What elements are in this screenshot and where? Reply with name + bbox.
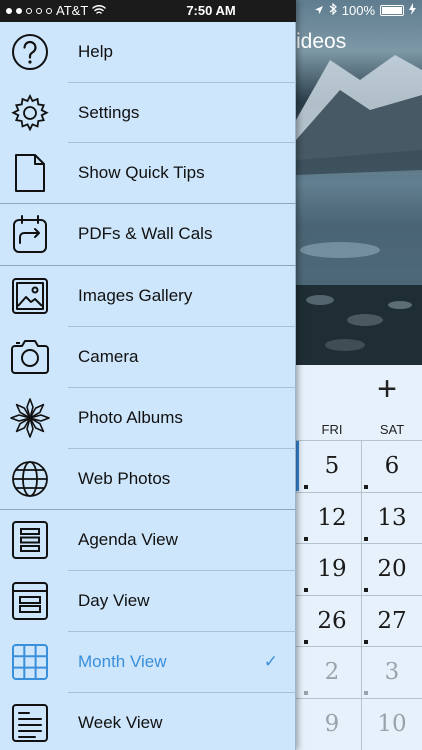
menu-item-web-photos[interactable]: Web Photos xyxy=(0,448,296,509)
camera-icon xyxy=(10,337,50,377)
event-dot xyxy=(304,537,308,541)
today-indicator xyxy=(296,441,299,491)
help-icon xyxy=(10,32,50,72)
menu-item-quick-tips[interactable]: Show Quick Tips xyxy=(0,142,296,203)
menu-item-label: PDFs & Wall Cals xyxy=(78,223,213,243)
menu-item-label: Web Photos xyxy=(78,468,171,488)
status-bar: AT&T 7:50 AM 100% xyxy=(0,0,422,22)
menu-item-photo-albums[interactable]: Photo Albums xyxy=(0,387,296,448)
event-dot xyxy=(304,691,308,695)
day-cell[interactable]: 6 xyxy=(362,453,422,479)
menu-item-label: Photo Albums xyxy=(78,407,183,427)
day-cell[interactable]: 13 xyxy=(362,505,422,531)
charging-icon xyxy=(409,3,416,18)
menu-item-label: Settings xyxy=(78,102,140,122)
day-cell[interactable]: 12 xyxy=(302,505,362,531)
event-dot xyxy=(364,640,368,644)
day-cell[interactable]: 2 xyxy=(302,659,362,685)
globe-icon xyxy=(10,459,50,499)
day-view-icon xyxy=(10,581,50,621)
weekday-fri: FRI xyxy=(321,422,343,437)
day-cell[interactable]: 27 xyxy=(362,608,422,634)
menu-item-agenda-view[interactable]: Agenda View xyxy=(0,509,296,570)
weekday-sat: SAT xyxy=(379,422,405,437)
event-dot xyxy=(304,588,308,592)
menu-item-label: Images Gallery xyxy=(78,285,193,305)
menu-item-help[interactable]: Help xyxy=(0,21,296,82)
day-cell[interactable]: 10 xyxy=(362,711,422,737)
menu-item-label: Show Quick Tips xyxy=(78,162,205,182)
event-dot xyxy=(364,537,368,541)
flower-icon xyxy=(10,397,50,438)
day-cell[interactable]: 19 xyxy=(302,556,362,582)
day-cell[interactable]: 20 xyxy=(362,556,422,582)
menu-item-label: Agenda View xyxy=(78,529,178,549)
menu-item-images-gallery[interactable]: Images Gallery xyxy=(0,265,296,326)
menu-item-label: Month View xyxy=(78,651,167,671)
battery-percent: 100% xyxy=(341,3,375,18)
plus-icon[interactable]: + xyxy=(370,372,404,406)
export-icon xyxy=(10,214,50,254)
menu-item-label: Day View xyxy=(78,590,150,610)
week-view-icon xyxy=(10,703,50,743)
side-menu: Help Settings Show Quick Tips PDFs & Wal… xyxy=(0,0,296,750)
document-icon xyxy=(10,153,50,193)
event-dot xyxy=(304,485,308,489)
day-cell[interactable]: 3 xyxy=(362,659,422,685)
checkmark-icon: ✓ xyxy=(263,651,278,671)
photo-title: ideos xyxy=(296,30,347,53)
menu-item-week-view[interactable]: Week View xyxy=(0,692,296,750)
bluetooth-icon xyxy=(329,2,337,18)
day-cell[interactable]: 5 xyxy=(302,453,362,479)
day-cell[interactable]: 26 xyxy=(302,608,362,634)
menu-item-settings[interactable]: Settings xyxy=(0,82,296,143)
day-cell[interactable]: 9 xyxy=(302,711,362,737)
agenda-icon xyxy=(10,520,50,560)
menu-item-label: Help xyxy=(78,41,113,61)
event-dot xyxy=(364,485,368,489)
menu-item-month-view[interactable]: Month View ✓ xyxy=(0,631,296,692)
battery-icon xyxy=(380,5,404,16)
event-dot xyxy=(364,691,368,695)
event-dot xyxy=(304,640,308,644)
grid-icon xyxy=(10,642,50,682)
event-dot xyxy=(364,588,368,592)
image-icon xyxy=(10,276,50,316)
menu-item-camera[interactable]: Camera xyxy=(0,326,296,387)
menu-item-label: Week View xyxy=(78,712,163,732)
menu-item-pdfs[interactable]: PDFs & Wall Cals xyxy=(0,203,296,264)
menu-item-label: Camera xyxy=(78,346,139,366)
location-icon xyxy=(314,3,324,18)
gear-icon xyxy=(10,93,50,133)
menu-item-day-view[interactable]: Day View xyxy=(0,570,296,631)
